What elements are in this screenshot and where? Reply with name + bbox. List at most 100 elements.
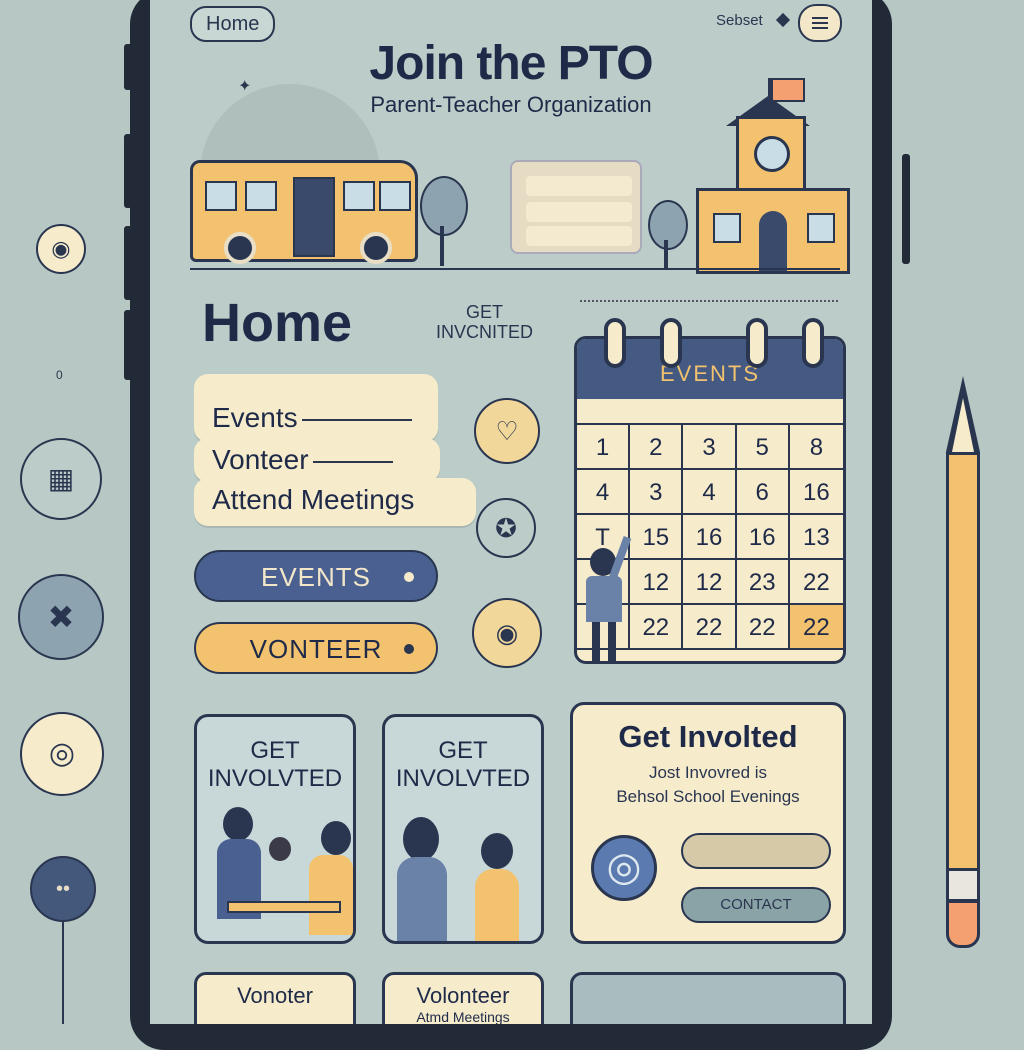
get-involved-link[interactable]: GET INVCNITED (436, 302, 533, 342)
notice-line (526, 202, 632, 222)
get-involved-card[interactable]: GET INVOLVTED (194, 714, 356, 944)
crossed-tools-icon: ✖ (18, 574, 104, 660)
notice-board (510, 160, 642, 254)
volunteer-button-label: VONTEER (249, 634, 383, 664)
tree-trunk (664, 240, 668, 268)
menu-item-label: Attend Meetings (212, 484, 415, 515)
day-label (790, 399, 843, 423)
page-title: Join the PTO (369, 37, 653, 90)
volunteer-button[interactable]: VONTEER (194, 622, 438, 674)
calendar-day-cell[interactable]: 1 (577, 425, 631, 470)
photo-icon: ▦ (20, 438, 102, 520)
calendar-day-cell[interactable]: 5 (736, 425, 790, 470)
calendar-day-cell[interactable]: 16 (683, 515, 737, 560)
compass-badge-icon: ◉ (36, 224, 86, 274)
calendar-day-cell[interactable]: 2 (630, 425, 684, 470)
calendar-day-cell[interactable]: 13 (789, 515, 843, 560)
events-button-label: EVENTS (260, 562, 372, 592)
heart-compass-button[interactable]: ♡ (474, 398, 540, 464)
spiral-icon: ◎ (20, 712, 104, 796)
get-involved-card[interactable]: GET INVOLVTED (382, 714, 544, 944)
calendar-day-cell[interactable]: 4 (577, 470, 631, 515)
clock-icon (754, 136, 790, 172)
info-card-line2: Behsol School Evenings (616, 787, 800, 806)
calendar-day-cell[interactable]: 22 (789, 560, 843, 605)
contact-button[interactable]: CONTACT (681, 887, 831, 923)
calendar-ring (802, 318, 824, 368)
day-label (737, 399, 790, 423)
card-title-line1: GET (250, 737, 300, 764)
calendar-day-cell[interactable]: 16 (789, 470, 843, 515)
calendar-day-cell[interactable]: 15 (630, 515, 684, 560)
dot-icon (404, 572, 414, 582)
decor-zero: 0 (56, 368, 63, 382)
select-label[interactable]: Sebset (716, 12, 763, 29)
calendar-day-cell[interactable]: 6 (736, 470, 790, 515)
get-involved-info-card: Get Involted Jost Invovred is Behsol Sch… (570, 702, 846, 944)
notice-line (526, 226, 632, 246)
section-heading: Home (202, 293, 353, 353)
calendar-day-cell[interactable]: 4 (683, 470, 737, 515)
menu-icon (812, 27, 828, 29)
leaf-button[interactable]: ◉ (472, 598, 542, 668)
menu-icon (812, 17, 828, 19)
day-label (683, 399, 736, 423)
tree-icon (420, 176, 468, 236)
parent-child-illustration (393, 817, 539, 941)
volunteer-card[interactable]: Vonoter (194, 972, 356, 1024)
sparkle-icon: ✦ (238, 78, 252, 95)
info-strip-card[interactable] (570, 972, 846, 1024)
plant-stem (62, 922, 64, 1024)
phone-screen: Home Sebset Join the PTO Parent-Teacher … (150, 0, 872, 1024)
day-label (630, 399, 683, 423)
menu-item-label: Events (212, 402, 298, 433)
pin-button[interactable]: ✪ (476, 498, 536, 558)
phone-side-button-right (902, 154, 910, 264)
info-button[interactable] (681, 833, 831, 869)
calendar-ring (746, 318, 768, 368)
card-title-line1: GET (438, 737, 488, 764)
menu-icon (812, 22, 828, 24)
card-title-line2: INVOLVTED (395, 765, 531, 792)
menu-item-events[interactable]: Events (194, 374, 438, 442)
notice-line (526, 176, 632, 196)
volunteer-card[interactable]: Volonteer Atmd Meetings (382, 972, 544, 1024)
menu-item-volunteer[interactable]: Vonteer (194, 438, 440, 482)
calendar-day-cell[interactable]: 12 (683, 560, 737, 605)
calendar-day-cell[interactable]: 12 (630, 560, 684, 605)
calendar-day-cell[interactable]: 22 (736, 605, 790, 650)
calendar-day-cell[interactable]: 16 (736, 515, 790, 560)
get-involved-line1: GET (466, 302, 504, 322)
calendar-ring (604, 318, 626, 368)
volunteer-card-title: Volonteer (416, 983, 510, 1008)
bus-wheel (224, 232, 256, 264)
family-illustration (211, 807, 353, 937)
day-label (577, 399, 630, 423)
tree-trunk (440, 226, 444, 266)
tree-icon (648, 200, 688, 250)
get-involved-line2: INVCNITED (436, 322, 534, 342)
eyes-icon: •• (30, 856, 96, 922)
calendar-day-cell[interactable]: 23 (736, 560, 790, 605)
school-building-icon (696, 188, 850, 274)
menu-item-label: Vonteer (212, 444, 309, 475)
calendar-day-cell[interactable]: 3 (683, 425, 737, 470)
volunteer-card-title: Vonoter (237, 983, 313, 1008)
calendar-day-cell[interactable]: 22 (630, 605, 684, 650)
diamond-icon (775, 12, 791, 28)
volunteer-card-sub: Atmd Meetings (416, 1009, 510, 1024)
calendar-ring (660, 318, 682, 368)
card-title-line2: INVOLVTED (207, 765, 343, 792)
globe-icon: ◎ (591, 835, 657, 901)
calendar-day-cell[interactable]: 22 (683, 605, 737, 650)
calendar-day-cell[interactable]: 22 (789, 605, 843, 650)
bus-wheel (360, 232, 392, 264)
dot-icon (404, 644, 414, 654)
info-card-title: Get Involted (618, 719, 798, 754)
ground-line (190, 268, 840, 270)
calendar-day-labels (577, 399, 843, 425)
calendar-day-cell[interactable]: 8 (789, 425, 843, 470)
calendar-day-cell[interactable]: 3 (630, 470, 684, 515)
menu-item-attend-meetings[interactable]: Attend Meetings (194, 478, 476, 526)
events-button[interactable]: EVENTS (194, 550, 438, 602)
